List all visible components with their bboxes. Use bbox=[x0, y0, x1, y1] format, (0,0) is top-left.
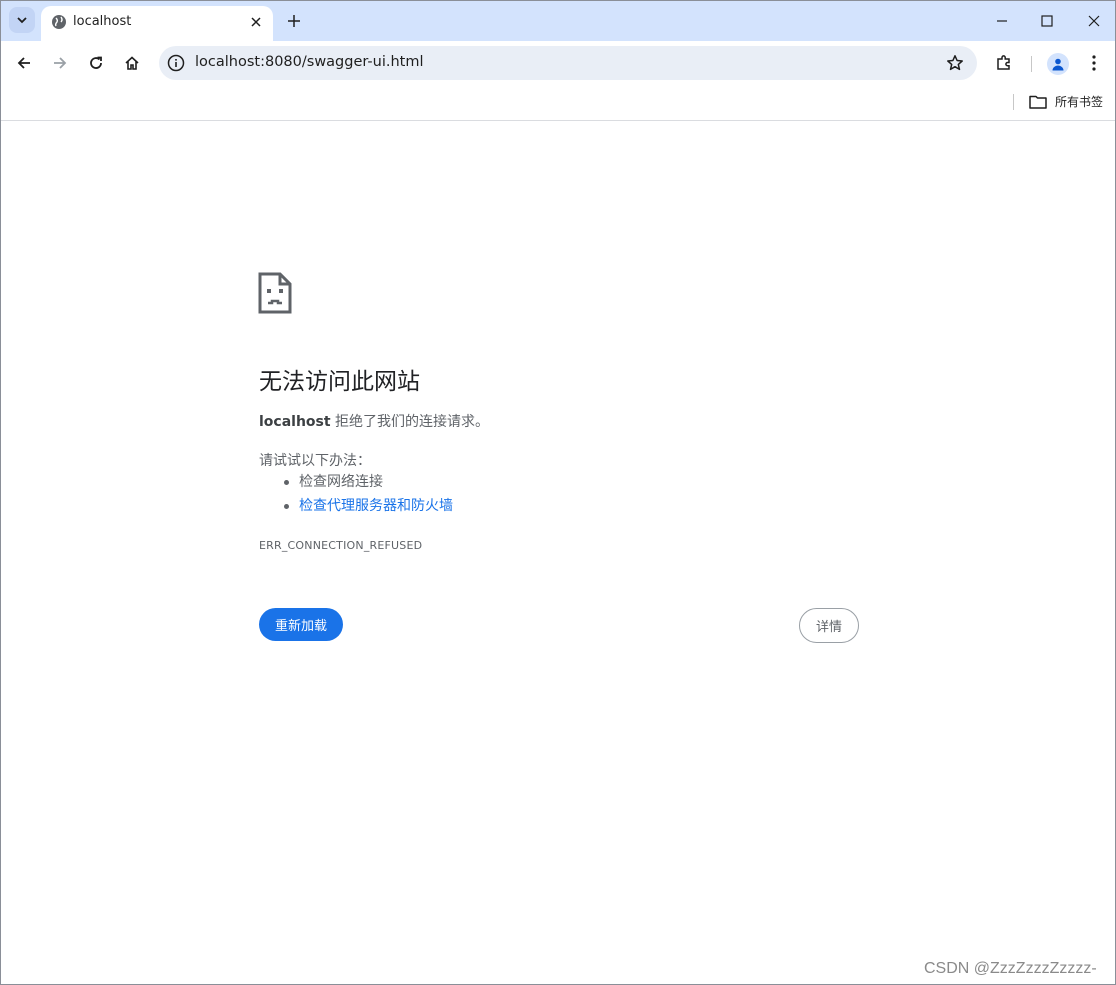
watermark: CSDN @ZzzZzzzZzzzz- bbox=[924, 960, 1097, 977]
address-url[interactable]: localhost:8080/swagger-ui.html bbox=[195, 54, 424, 70]
person-icon bbox=[1052, 58, 1064, 71]
tab-strip: localhost bbox=[1, 1, 1115, 41]
suggestions-heading: 请试试以下办法： bbox=[259, 453, 371, 469]
arrow-right-icon bbox=[54, 57, 67, 69]
error-description-text: 拒绝了我们的连接请求。 bbox=[330, 414, 490, 430]
tab-close-button[interactable] bbox=[247, 13, 265, 31]
chevron-down-icon bbox=[17, 17, 27, 24]
new-tab-button[interactable] bbox=[283, 10, 305, 32]
arrow-left-icon bbox=[17, 57, 30, 69]
reload-button[interactable]: 重新加载 bbox=[259, 608, 343, 641]
address-bar[interactable]: localhost:8080/swagger-ui.html bbox=[159, 46, 977, 80]
plus-icon bbox=[288, 15, 300, 27]
tab-localhost[interactable]: localhost bbox=[41, 6, 273, 41]
close-window-button[interactable] bbox=[1076, 7, 1112, 35]
minimize-icon bbox=[997, 20, 1007, 22]
profile-avatar-button[interactable] bbox=[1047, 53, 1069, 75]
maximize-icon bbox=[1041, 15, 1053, 27]
minimize-button[interactable] bbox=[984, 7, 1020, 35]
bookmarks-bar: 所有书签 bbox=[1, 86, 1115, 121]
globe-icon bbox=[52, 15, 66, 29]
error-host: localhost bbox=[259, 414, 331, 430]
maximize-button[interactable] bbox=[1029, 7, 1065, 35]
star-icon bbox=[947, 55, 963, 71]
puzzle-icon bbox=[997, 55, 1010, 70]
details-button[interactable]: 详情 bbox=[799, 608, 859, 643]
reload-toolbar-button[interactable] bbox=[83, 50, 109, 76]
all-bookmarks-label: 所有书签 bbox=[1055, 95, 1104, 109]
error-code: ERR_CONNECTION_REFUSED bbox=[259, 539, 423, 552]
back-button[interactable] bbox=[11, 50, 37, 76]
more-vertical-icon bbox=[1092, 55, 1096, 71]
all-bookmarks-button[interactable]: 所有书签 bbox=[1029, 93, 1103, 110]
error-description: localhost 拒绝了我们的连接请求。 bbox=[259, 411, 489, 431]
browser-toolbar: localhost:8080/swagger-ui.html bbox=[1, 41, 1115, 86]
browser-window: localhost localhost:8080/swagger-ui.html… bbox=[0, 0, 1116, 985]
suggestion-check-proxy-link[interactable]: 检查代理服务器和防火墙 bbox=[259, 496, 453, 520]
error-title: 无法访问此网站 bbox=[259, 369, 420, 395]
tab-search-button[interactable] bbox=[9, 7, 35, 33]
bookmarks-divider bbox=[1013, 94, 1014, 110]
info-icon bbox=[167, 54, 185, 72]
menu-button[interactable] bbox=[1081, 50, 1107, 76]
refresh-icon bbox=[90, 56, 102, 69]
forward-button[interactable] bbox=[47, 50, 73, 76]
suggestion-check-network: 检查网络连接 bbox=[259, 472, 453, 496]
extensions-button[interactable] bbox=[991, 50, 1017, 76]
close-icon bbox=[251, 17, 261, 27]
home-icon bbox=[125, 56, 139, 70]
folder-icon bbox=[1029, 95, 1047, 109]
suggestions-list: 检查网络连接 检查代理服务器和防火墙 bbox=[259, 472, 453, 520]
site-info-button[interactable] bbox=[166, 53, 186, 73]
error-page: 无法访问此网站 localhost 拒绝了我们的连接请求。 请试试以下办法： 检… bbox=[1, 122, 1115, 984]
sad-page-icon bbox=[258, 272, 292, 314]
home-button[interactable] bbox=[119, 50, 145, 76]
close-icon bbox=[1088, 15, 1100, 27]
bookmark-star-button[interactable] bbox=[945, 53, 965, 73]
toolbar-divider bbox=[1031, 56, 1032, 72]
tab-title: localhost bbox=[73, 14, 132, 29]
